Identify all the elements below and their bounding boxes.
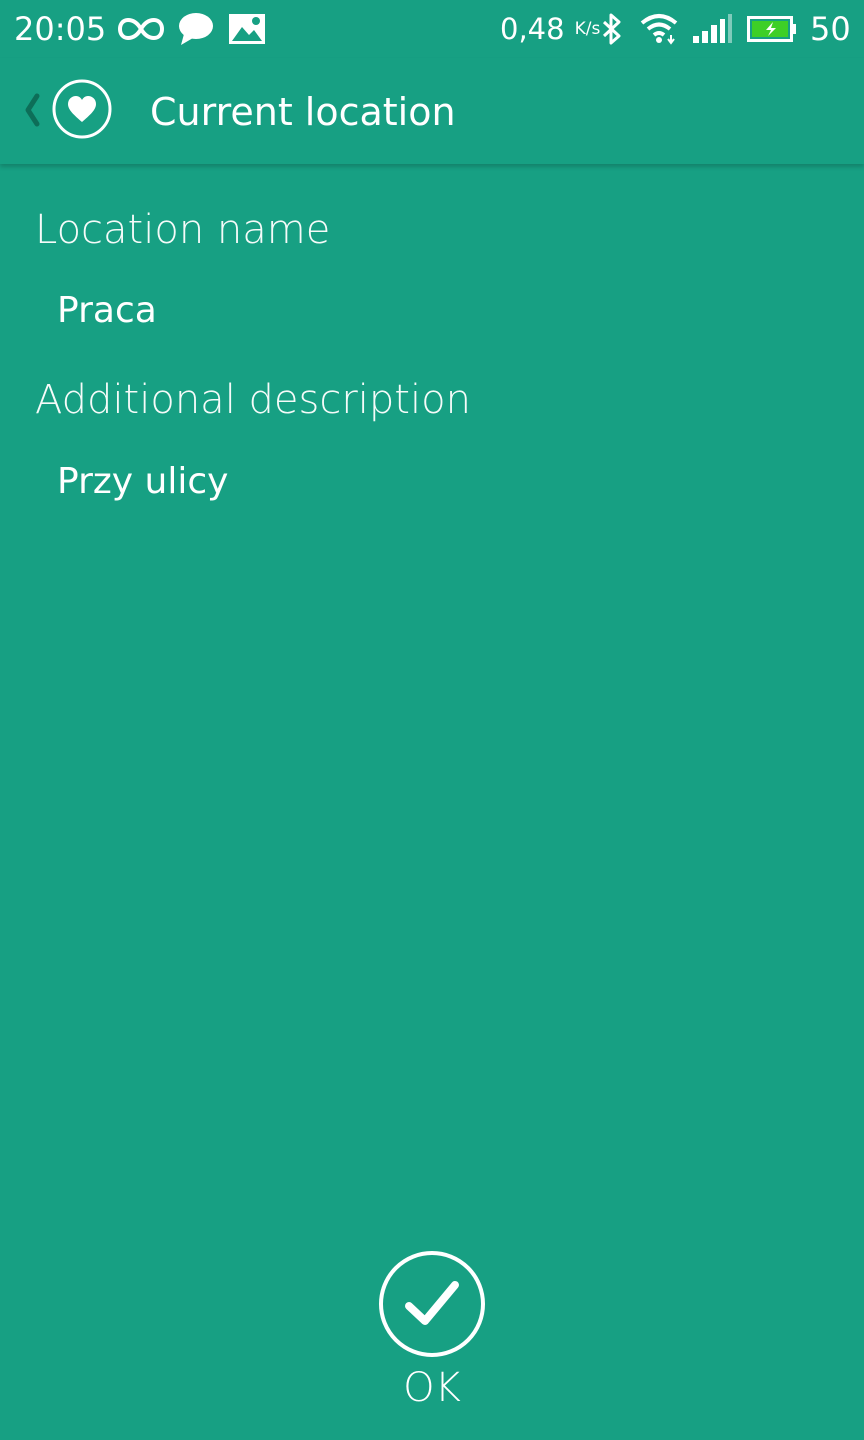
ok-button[interactable]: OK (372, 1244, 492, 1420)
battery-charging-icon (747, 0, 797, 58)
image-icon (228, 0, 266, 58)
wifi-icon (640, 0, 678, 58)
checkmark-circle-icon[interactable] (378, 1250, 486, 1358)
location-name-label: Location name (35, 207, 331, 253)
status-time: 20:05 (14, 10, 107, 48)
ok-label: OK (403, 1365, 461, 1411)
signal-icon (692, 0, 734, 58)
infinity-icon (118, 0, 166, 58)
chat-icon (178, 0, 216, 58)
battery-percent: 50 (810, 10, 851, 48)
network-speed-value: 0,48 (500, 12, 565, 46)
network-speed: 0,48 K/s (500, 0, 600, 58)
network-speed-unit: K/s (574, 19, 601, 39)
bluetooth-icon (600, 0, 626, 58)
back-chevron-icon[interactable] (22, 90, 42, 130)
status-bar: 20:05 0,48 K/s 50 (0, 0, 864, 58)
description-label: Additional description (35, 377, 471, 423)
location-name-value[interactable]: Praca (57, 286, 157, 336)
description-value[interactable]: Przy ulicy (57, 457, 228, 507)
page-title: Current location (150, 90, 456, 134)
app-bar: Current location (0, 58, 864, 164)
heart-icon[interactable] (52, 79, 112, 139)
